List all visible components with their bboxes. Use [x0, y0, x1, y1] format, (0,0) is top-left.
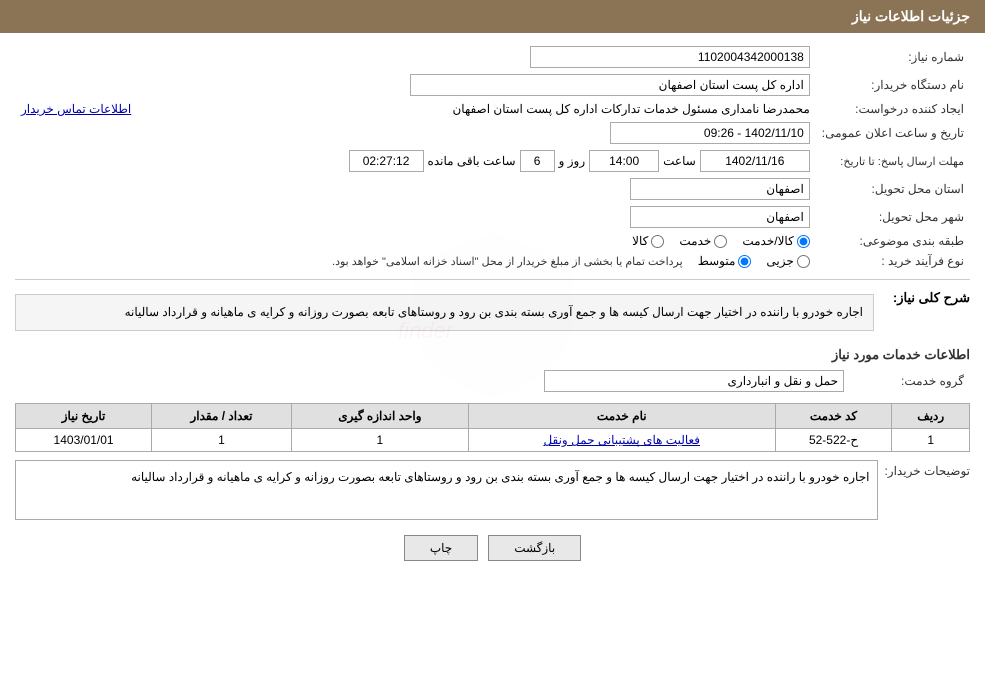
cell-service-name[interactable]: فعالیت های پشتیبانی حمل ونقل — [468, 429, 775, 452]
need-desc-label: شرح کلی نیاز: — [880, 290, 970, 306]
reply-remaining-input[interactable] — [349, 150, 424, 172]
need-number-value — [238, 43, 816, 71]
contact-link[interactable]: اطلاعات تماس خریدار — [21, 102, 131, 116]
category-radio-input-khedmat[interactable] — [714, 235, 727, 248]
col-header-unit: واحد اندازه گیری — [291, 404, 468, 429]
creator-value: محمدرضا نامداری مسئول خدمات تدارکات ادار… — [452, 102, 809, 116]
button-row: بازگشت چاپ — [15, 535, 970, 561]
creator-cell: محمدرضا نامداری مسئول خدمات تدارکات ادار… — [214, 99, 816, 119]
service-group-table: گروه خدمت: — [15, 367, 970, 395]
col-header-date: تاریخ نیاز — [16, 404, 152, 429]
services-table: ردیف کد خدمت نام خدمت واحد اندازه گیری ت… — [15, 403, 970, 452]
buyer-desc-container: اجاره خودرو با راننده در اختیار جهت ارسا… — [15, 460, 878, 520]
need-desc-section: finder شرح کلی نیاز: اجاره خودرو با رانن… — [15, 286, 970, 339]
service-group-label: گروه خدمت: — [850, 367, 970, 395]
creator-label: ایجاد کننده درخواست: — [816, 99, 970, 119]
process-radio-motavasset[interactable]: متوسط — [698, 254, 752, 268]
process-cell: جزیی متوسط پرداخت تمام یا بخشی از مبلغ خ… — [15, 251, 816, 271]
buyer-org-input[interactable] — [410, 74, 810, 96]
service-group-input[interactable] — [544, 370, 844, 392]
city-cell — [15, 203, 816, 231]
print-button[interactable]: چاپ — [404, 535, 478, 561]
category-label: طبقه بندی موضوعی: — [816, 231, 970, 251]
reply-remaining-label: ساعت باقی مانده — [428, 154, 516, 168]
announce-date-label: تاریخ و ساعت اعلان عمومی: — [816, 119, 970, 147]
announce-date-cell — [15, 119, 816, 147]
process-radio-input-jozii[interactable] — [797, 255, 810, 268]
col-header-quantity: تعداد / مقدار — [152, 404, 292, 429]
page-header: جزئیات اطلاعات نیاز — [0, 0, 985, 33]
category-radio-input-kala-khedmat[interactable] — [797, 235, 810, 248]
service-group-cell — [15, 367, 850, 395]
cell-date: 1403/01/01 — [16, 429, 152, 452]
category-label-khedmat: خدمت — [679, 234, 711, 248]
category-radio-kala-khedmat[interactable]: کالا/خدمت — [742, 234, 809, 248]
need-number-label: شماره نیاز: — [816, 43, 970, 71]
category-radio-kala[interactable]: کالا — [632, 234, 664, 248]
category-radio-khedmat[interactable]: خدمت — [679, 234, 727, 248]
buyer-org-cell — [15, 71, 816, 99]
announce-date-input[interactable] — [610, 122, 810, 144]
services-section-title: اطلاعات خدمات مورد نیاز — [15, 347, 970, 363]
city-input[interactable] — [630, 206, 810, 228]
city-label: شهر محل تحویل: — [816, 203, 970, 231]
category-radio-input-kala[interactable] — [651, 235, 664, 248]
table-row: 1 ح-522-52 فعالیت های پشتیبانی حمل ونقل … — [16, 429, 970, 452]
need-desc-container: اجاره خودرو با راننده در اختیار جهت ارسا… — [15, 286, 874, 339]
category-cell: کالا/خدمت خدمت کالا — [15, 231, 816, 251]
need-desc-text: اجاره خودرو با راننده در اختیار جهت ارسا… — [15, 294, 874, 331]
province-input[interactable] — [630, 178, 810, 200]
reply-date-input[interactable] — [700, 150, 810, 172]
process-radio-jozii[interactable]: جزیی — [766, 254, 809, 268]
col-header-row: ردیف — [892, 404, 970, 429]
reply-deadline-cell: ساعت روز و ساعت باقی مانده — [15, 147, 816, 175]
process-label-jozii: جزیی — [766, 254, 793, 268]
need-number-input[interactable] — [530, 46, 810, 68]
reply-days-label: روز و — [559, 154, 586, 168]
col-header-code: کد خدمت — [775, 404, 892, 429]
reply-days-input[interactable] — [520, 150, 555, 172]
page-title: جزئیات اطلاعات نیاز — [852, 8, 970, 24]
process-radio-input-motavasset[interactable] — [738, 255, 751, 268]
info-table: شماره نیاز: نام دستگاه خریدار: ایجاد کنن… — [15, 43, 970, 271]
reply-time-label: ساعت — [663, 154, 696, 168]
cell-row-num: 1 — [892, 429, 970, 452]
buyer-desc-label: توضیحات خریدار: — [884, 460, 970, 478]
divider-1 — [15, 279, 970, 280]
cell-unit: 1 — [291, 429, 468, 452]
province-cell — [15, 175, 816, 203]
buyer-org-label: نام دستگاه خریدار: — [816, 71, 970, 99]
col-header-name: نام خدمت — [468, 404, 775, 429]
buyer-desc-text: اجاره خودرو با راننده در اختیار جهت ارسا… — [15, 460, 878, 520]
process-label: نوع فرآیند خرید : — [816, 251, 970, 271]
cell-code: ح-522-52 — [775, 429, 892, 452]
province-label: استان محل تحویل: — [816, 175, 970, 203]
category-label-kala-khedmat: کالا/خدمت — [742, 234, 793, 248]
cell-quantity: 1 — [152, 429, 292, 452]
buyer-desc-section: توضیحات خریدار: اجاره خودرو با راننده در… — [15, 460, 970, 520]
process-note: پرداخت تمام یا بخشی از مبلغ خریدار از مح… — [332, 255, 683, 268]
reply-deadline-label: مهلت ارسال پاسخ: تا تاریخ: — [816, 147, 970, 175]
process-label-motavasset: متوسط — [698, 254, 736, 268]
back-button[interactable]: بازگشت — [488, 535, 581, 561]
category-label-kala: کالا — [632, 234, 648, 248]
reply-time-input[interactable] — [589, 150, 659, 172]
